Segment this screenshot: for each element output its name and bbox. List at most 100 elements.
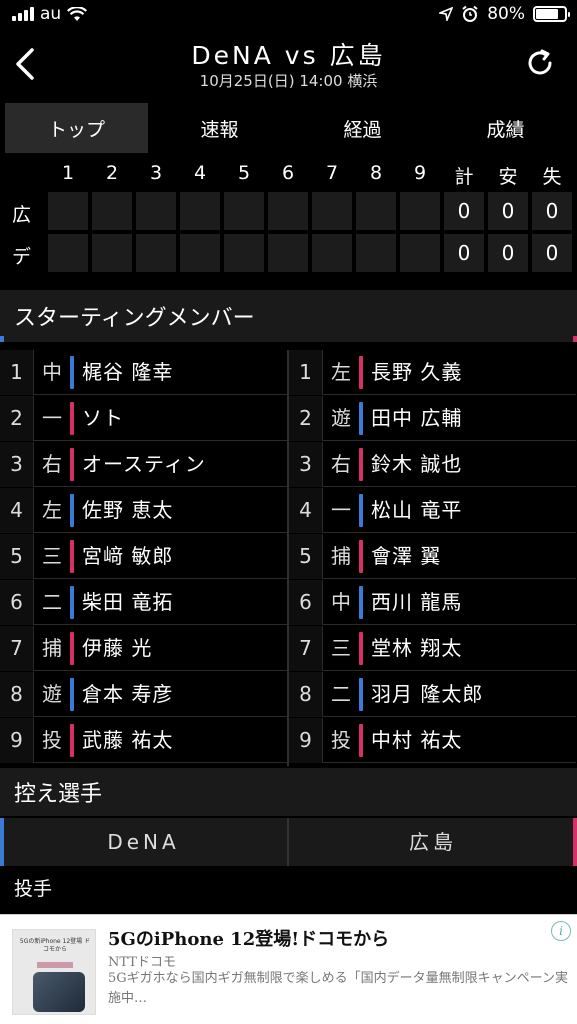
batting-order: 6 [0,580,34,625]
handedness-marker [70,632,74,665]
lineup-row[interactable]: 7 捕伊藤 光 [0,626,287,671]
fielding-position: 捕 [42,636,62,660]
game-title: DeNA vs 広島 [191,41,386,70]
lineup-row[interactable]: 5 三宮﨑 敏郎 [0,534,287,579]
fielding-position: 投 [42,728,62,752]
errors-total: 0 [532,234,572,272]
batting-order: 2 [289,396,323,441]
inning-cell [224,234,264,272]
ad-thumb-text: 5Gの新iPhone 12登場 ドコモから [19,938,91,953]
team-abbr: デ [12,246,32,268]
bench-team-dena[interactable]: DeNA [0,818,287,866]
player-name: 倉本 寿彦 [82,682,174,706]
game-header: DeNA vs 広島 10月25日(日) 14:00 横浜 [0,30,577,100]
dena-lineup: 1 中梶谷 隆幸 2 一ソト 3 右オースティン 4 左佐野 恵太 5 三宮﨑 敏郎 6 二柴田 竜拓… [0,350,287,766]
lineup-row[interactable]: 2 一ソト [0,396,287,441]
lineup-row[interactable]: 1 中梶谷 隆幸 [0,350,287,395]
handedness-marker [70,356,74,389]
player-name: 會澤 翼 [371,544,442,568]
bench-category-pitchers: 投手 [0,866,577,912]
handedness-marker [70,448,74,481]
player-name: 佐野 恵太 [82,498,174,522]
ad-banner[interactable]: 5Gの新iPhone 12登場 ドコモから 5GのiPhone 12登場!ドコモ… [0,914,577,1024]
lineup-row[interactable]: 9 投中村 祐太 [289,718,576,763]
ad-thumb-logo [37,962,73,968]
inning-cell [356,234,396,272]
batting-order: 7 [289,626,323,671]
fielding-position: 投 [331,728,351,752]
inning-cell [180,192,220,230]
section-title: 控え選手 [14,782,103,807]
tab-stats[interactable]: 成績 [434,103,577,153]
ad-info-icon[interactable]: i [551,921,571,941]
lineup-row[interactable]: 8 二羽月 隆太郎 [289,672,576,717]
batting-order: 3 [289,442,323,487]
bench-team-carp[interactable]: 広島 [289,818,577,866]
inning-cell [268,234,308,272]
inning-cell [400,234,440,272]
runs-header: 計 [454,166,474,188]
lineup-row[interactable]: 8 遊倉本 寿彦 [0,672,287,717]
player-name: 武藤 祐太 [82,728,174,752]
fielding-position: 左 [331,360,351,384]
inning-header: 8 [369,162,383,184]
lineup-row[interactable]: 7 三堂林 翔太 [289,626,576,671]
batting-order: 5 [0,534,34,579]
lineup-row[interactable]: 1 左長野 久義 [289,350,576,395]
wifi-icon [67,6,88,21]
lineup-row[interactable]: 6 中西川 龍馬 [289,580,576,625]
team-abbr: 広 [12,204,32,226]
fielding-position: 二 [42,590,62,614]
lineup-row[interactable]: 3 右鈴木 誠也 [289,442,576,487]
status-bar: au 80% [0,0,577,30]
handedness-marker [70,724,74,757]
batting-order: 8 [0,672,34,717]
refresh-icon[interactable] [525,48,555,78]
section-title: スターティングメンバー [14,306,255,331]
lineup-table: 1 中梶谷 隆幸 2 一ソト 3 右オースティン 4 左佐野 恵太 5 三宮﨑 敏郎 6 二柴田 竜拓… [0,350,577,766]
fielding-position: 遊 [331,406,351,430]
tab-live[interactable]: 速報 [148,103,291,153]
inning-header: 4 [193,162,207,184]
handedness-marker [70,494,74,527]
player-name: 鈴木 誠也 [371,452,463,476]
handedness-marker [359,724,363,757]
player-name: 羽月 隆太郎 [371,682,484,706]
fielding-position: 三 [42,544,62,568]
inning-cell [224,192,264,230]
handedness-marker [70,586,74,619]
handedness-marker [70,402,74,435]
inning-header: 7 [325,162,339,184]
lineup-row[interactable]: 4 一松山 竜平 [289,488,576,533]
lineup-row[interactable]: 5 捕會澤 翼 [289,534,576,579]
alarm-icon [462,5,478,22]
carp-color-marker [573,818,577,866]
ad-headline[interactable]: 5GのiPhone 12登場!ドコモから [108,925,389,951]
fielding-position: 一 [331,498,351,522]
handedness-marker [359,402,363,435]
carp-lineup: 1 左長野 久義 2 遊田中 広輔 3 右鈴木 誠也 4 一松山 竜平 5 捕會澤 翼 6 中西川 龍… [289,350,576,766]
starting-members-header: スターティングメンバー [0,290,577,342]
player-name: 西川 龍馬 [371,590,463,614]
player-name: 梶谷 隆幸 [82,360,174,384]
batting-order: 7 [0,626,34,671]
handedness-marker [359,494,363,527]
lineup-row[interactable]: 2 遊田中 広輔 [289,396,576,441]
inning-cell [136,192,176,230]
inning-cell [268,192,308,230]
fielding-position: 二 [331,682,351,706]
tab-bar: トップ 速報 経過 成績 [5,103,577,153]
fielding-position: 三 [331,636,351,660]
lineup-row[interactable]: 6 二柴田 竜拓 [0,580,287,625]
batting-order: 9 [289,718,323,763]
lineup-row[interactable]: 4 左佐野 恵太 [0,488,287,533]
tab-top[interactable]: トップ [5,103,148,153]
hits-header: 安 [498,166,518,188]
battery-icon [533,6,570,22]
ad-thumbnail[interactable]: 5Gの新iPhone 12登場 ドコモから [12,929,96,1015]
lineup-row[interactable]: 3 右オースティン [0,442,287,487]
player-name: オースティン [82,452,206,476]
lineup-row[interactable]: 9 投武藤 祐太 [0,718,287,763]
signal-icon [12,7,34,21]
tab-progress[interactable]: 経過 [291,103,434,153]
